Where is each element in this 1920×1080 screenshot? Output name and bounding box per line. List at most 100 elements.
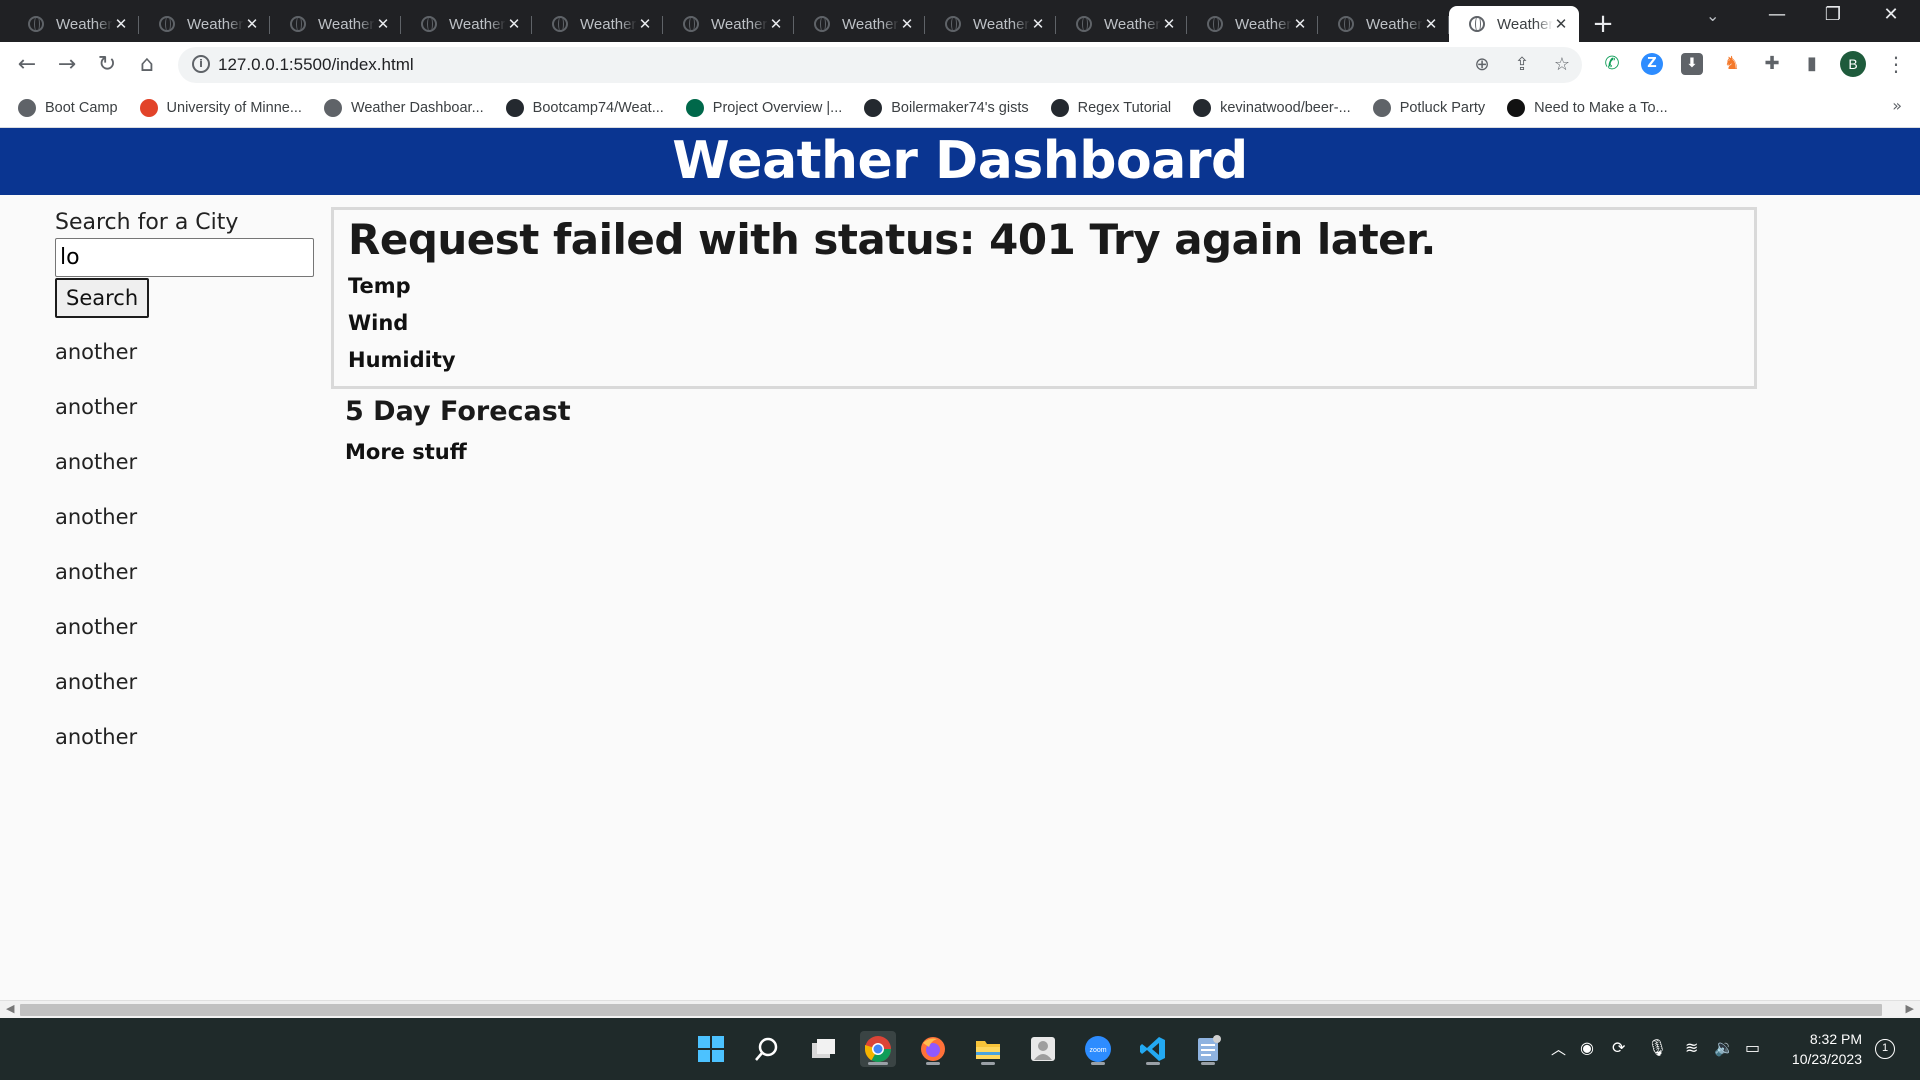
phone-extension-icon[interactable]: ✆ [1601, 53, 1623, 75]
scroll-left-icon[interactable]: ◀ [6, 1002, 14, 1015]
sync-tray-icon[interactable]: ⟳ [1612, 1038, 1625, 1057]
bookmark-item[interactable]: Weather Dashboar... [323, 98, 484, 117]
page-header: Weather Dashboard [0, 128, 1920, 195]
history-item[interactable]: another [55, 662, 315, 717]
close-tab-icon[interactable]: ✕ [506, 15, 522, 33]
download-extension-icon[interactable]: ⬇ [1681, 53, 1703, 75]
tab[interactable]: Weather Dashboard✕ [794, 6, 925, 42]
close-tab-icon[interactable]: ✕ [899, 15, 915, 33]
home-icon[interactable]: ⌂ [134, 52, 160, 78]
close-tab-icon[interactable]: ✕ [1161, 15, 1177, 33]
tab[interactable]: Weather Dashboard✕ [1056, 6, 1187, 42]
new-tab-button[interactable]: + [1585, 6, 1621, 42]
tab-strip: Weather Dashboard✕Weather Dashboard✕Weat… [0, 0, 1920, 42]
task-view-icon[interactable] [805, 1031, 841, 1067]
tab[interactable]: Weather Dashboard✕ [1187, 6, 1318, 42]
tab[interactable]: Weather Dashboard✕ [663, 6, 794, 42]
notification-badge[interactable]: 1 [1875, 1039, 1895, 1059]
close-tab-icon[interactable]: ✕ [1423, 15, 1439, 33]
minimize-icon[interactable]: — [1762, 4, 1792, 25]
bookmark-item[interactable]: Potluck Party [1372, 98, 1485, 117]
address-bar[interactable]: i 127.0.0.1:5500/index.html ⊕ ⇪ ☆ [178, 47, 1582, 83]
close-tab-icon[interactable]: ✕ [113, 15, 129, 33]
globe-icon [814, 16, 830, 32]
contacts-app-icon[interactable] [1025, 1031, 1061, 1067]
reload-icon[interactable]: ↻ [94, 52, 120, 78]
bookmark-item[interactable]: kevinatwood/beer-... [1193, 98, 1351, 117]
tab[interactable]: Weather Dashboard✕ [1318, 6, 1449, 42]
close-tab-icon[interactable]: ✕ [768, 15, 784, 33]
address-bar-url[interactable]: 127.0.0.1:5500/index.html [218, 55, 414, 75]
bookmarks-bar: Boot Camp University of Minne... Weather D… [0, 88, 1920, 128]
search-icon[interactable] [749, 1031, 785, 1067]
side-panel-icon[interactable]: ▮ [1801, 53, 1823, 75]
bookmark-item[interactable]: Bootcamp74/Weat... [505, 98, 664, 117]
profile-avatar[interactable]: B [1840, 51, 1866, 77]
history-item[interactable]: another [55, 387, 315, 442]
site-info-icon[interactable]: i [192, 55, 210, 73]
bookmark-label: Bootcamp74/Weat... [532, 99, 664, 116]
microphone-icon[interactable]: 🎙 [1647, 1038, 1667, 1057]
close-tab-icon[interactable]: ✕ [1553, 15, 1569, 33]
horizontal-scrollbar[interactable]: ◀ ▶ [0, 1000, 1920, 1018]
bookmark-item[interactable]: Need to Make a To... [1507, 98, 1668, 117]
volume-icon[interactable]: 🔉 [1714, 1038, 1734, 1057]
tab[interactable]: Weather Dashboard✕ [925, 6, 1056, 42]
bookmark-item[interactable]: Boot Camp [18, 98, 118, 117]
battery-icon[interactable]: ▭ [1745, 1038, 1760, 1057]
close-tab-icon[interactable]: ✕ [1030, 15, 1046, 33]
file-explorer-icon[interactable] [970, 1031, 1006, 1067]
share-icon[interactable]: ⇪ [1510, 53, 1534, 77]
system-clock[interactable]: 8:32 PM 10/23/2023 [1778, 1029, 1862, 1069]
zoom-extension-icon[interactable]: Z [1641, 53, 1663, 75]
zoom-app-icon[interactable]: zoom [1080, 1031, 1116, 1067]
tab[interactable]: Weather Dashboard✕ [270, 6, 401, 42]
tab[interactable]: Weather Dashboard✕ [139, 6, 270, 42]
scroll-right-icon[interactable]: ▶ [1906, 1002, 1914, 1015]
tab[interactable]: Weather Dashboard✕ [401, 6, 532, 42]
history-item[interactable]: another [55, 552, 315, 607]
history-item[interactable]: another [55, 332, 315, 387]
notepad-taskbar-icon[interactable] [1190, 1031, 1226, 1067]
tab-search-chevron-icon[interactable]: ⌄ [1706, 6, 1719, 25]
tray-overflow-chevron-icon[interactable]: ︿ [1551, 1038, 1566, 1059]
scrollbar-thumb[interactable] [20, 1004, 1882, 1016]
restore-icon[interactable]: ❐ [1818, 4, 1848, 25]
extensions-puzzle-icon[interactable]: ✚ [1761, 53, 1783, 75]
forward-arrow-icon[interactable]: → [54, 52, 80, 78]
globe-icon [290, 16, 306, 32]
history-item[interactable]: another [55, 607, 315, 662]
history-item[interactable]: another [55, 497, 315, 552]
vscode-taskbar-icon[interactable] [1135, 1031, 1171, 1067]
back-arrow-icon[interactable]: ← [14, 52, 40, 78]
globe-icon [1372, 98, 1391, 117]
browser-menu-icon[interactable]: ⋮ [1886, 52, 1906, 76]
tab[interactable]: Weather Dashboard✕ [532, 6, 663, 42]
history-item[interactable]: another [55, 717, 315, 772]
close-window-icon[interactable]: ✕ [1876, 4, 1906, 25]
bookmarks-overflow-icon[interactable]: » [1892, 96, 1902, 115]
wifi-icon[interactable]: ≋ [1685, 1038, 1698, 1057]
bookmark-label: Need to Make a To... [1534, 99, 1668, 116]
search-button[interactable]: Search [55, 278, 150, 318]
bookmark-item[interactable]: Regex Tutorial [1050, 98, 1171, 117]
bookmark-item[interactable]: Project Overview |... [685, 98, 842, 117]
tab-active[interactable]: Weather Dashboard✕ [1449, 6, 1579, 42]
steam-tray-icon[interactable]: ◉ [1580, 1038, 1594, 1057]
bookmark-item[interactable]: University of Minne... [139, 98, 302, 117]
firefox-taskbar-icon[interactable] [915, 1031, 951, 1067]
chrome-taskbar-icon[interactable] [860, 1031, 896, 1067]
close-tab-icon[interactable]: ✕ [637, 15, 653, 33]
globe-icon [421, 16, 437, 32]
close-tab-icon[interactable]: ✕ [375, 15, 391, 33]
fox-extension-icon[interactable]: ♞ [1721, 53, 1743, 75]
bookmark-star-icon[interactable]: ☆ [1550, 53, 1574, 77]
close-tab-icon[interactable]: ✕ [244, 15, 260, 33]
close-tab-icon[interactable]: ✕ [1292, 15, 1308, 33]
city-search-input[interactable] [55, 238, 314, 277]
history-item[interactable]: another [55, 442, 315, 497]
bookmark-item[interactable]: Boilermaker74's gists [864, 98, 1029, 117]
windows-start-icon[interactable] [693, 1031, 729, 1067]
tab[interactable]: Weather Dashboard✕ [8, 6, 139, 42]
zoom-icon[interactable]: ⊕ [1470, 53, 1494, 77]
